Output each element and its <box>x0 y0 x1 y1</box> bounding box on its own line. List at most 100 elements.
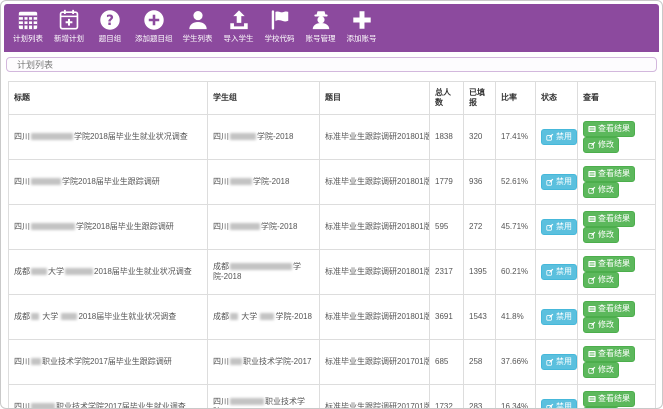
toolbar-item-plus[interactable]: 添加账号 <box>345 9 379 44</box>
redacted-text <box>31 268 47 275</box>
view-results-button[interactable]: 查看结果 <box>583 211 635 227</box>
list-icon <box>588 395 596 403</box>
cell-topic: 标准毕业生跟踪调研201801版 <box>320 205 430 250</box>
toolbar-item-label: 账号管理 <box>306 33 336 44</box>
cell-title: 四川职业技术学院2017届毕业生跟踪调研 <box>9 340 208 385</box>
modify-button[interactable]: 修改 <box>583 227 619 243</box>
toolbar-item-plus-circle[interactable]: 添加题目组 <box>134 9 174 44</box>
redacted-text <box>31 358 41 365</box>
cell-student-group: 四川学院-2018 <box>208 115 320 160</box>
edit-icon <box>546 178 554 186</box>
toolbar-item-label: 导入学生 <box>224 33 254 44</box>
cell-rate: 16.34% <box>496 385 536 409</box>
column-header: 状态 <box>536 82 578 115</box>
cell-student-group: 成都学院-2018 <box>208 250 320 295</box>
view-results-button[interactable]: 查看结果 <box>583 346 635 362</box>
disable-button[interactable]: 禁用 <box>541 309 577 325</box>
view-results-button[interactable]: 查看结果 <box>583 391 635 407</box>
breadcrumb: 计划列表 <box>6 57 657 72</box>
cell-student-group: 四川学院-2018 <box>208 205 320 250</box>
cell-student-group: 成都 大学 学院-2018 <box>208 295 320 340</box>
list-icon <box>588 215 596 223</box>
view-results-button[interactable]: 查看结果 <box>583 301 635 317</box>
edit-icon <box>588 186 596 194</box>
table-row: 四川学院2018届毕业生跟踪调研 四川学院-2018 标准毕业生跟踪调研2018… <box>9 160 656 205</box>
edit-icon <box>588 366 596 374</box>
cell-rate: 17.41% <box>496 115 536 160</box>
user-icon <box>187 9 209 31</box>
modify-button[interactable]: 修改 <box>583 137 619 153</box>
disable-button[interactable]: 禁用 <box>541 219 577 235</box>
toolbar-item-label: 添加题目组 <box>135 33 173 44</box>
redacted-text <box>61 313 77 320</box>
modify-button[interactable]: 修改 <box>583 182 619 198</box>
toolbar-item-label: 计划列表 <box>13 33 43 44</box>
cell-actions: 查看结果 修改 <box>578 160 656 205</box>
cell-actions: 查看结果 修改 <box>578 250 656 295</box>
cell-status: 禁用 <box>536 295 578 340</box>
modify-button[interactable]: 修改 <box>583 317 619 333</box>
redacted-text <box>31 403 55 409</box>
column-header: 已填报 <box>464 82 496 115</box>
disable-button[interactable]: 禁用 <box>541 354 577 370</box>
cell-topic: 标准毕业生跟踪调研201801版 <box>320 160 430 205</box>
list-icon <box>588 260 596 268</box>
column-header: 学生组 <box>208 82 320 115</box>
toolbar-item-user-secret[interactable]: 账号管理 <box>304 9 338 44</box>
toolbar-item-label: 新增计划 <box>54 33 84 44</box>
cell-student-group: 四川学院-2018 <box>208 160 320 205</box>
cell-title: 成都 大学 2018届毕业生就业状况调查 <box>9 295 208 340</box>
toolbar-item-calendar-plus[interactable]: 新增计划 <box>52 9 86 44</box>
toolbar-item-calendar[interactable]: 计划列表 <box>11 9 45 44</box>
column-header: 总人数 <box>430 82 464 115</box>
disable-button[interactable]: 禁用 <box>541 399 577 409</box>
redacted-text <box>230 133 256 140</box>
cell-total: 3691 <box>430 295 464 340</box>
view-results-button[interactable]: 查看结果 <box>583 121 635 137</box>
svg-text:?: ? <box>106 13 114 29</box>
redacted-text <box>260 313 274 320</box>
cell-status: 禁用 <box>536 115 578 160</box>
cell-actions: 查看结果 修改 <box>578 205 656 250</box>
table-row: 成都 大学 2018届毕业生就业状况调查 成都 大学 学院-2018 标准毕业生… <box>9 295 656 340</box>
redacted-text <box>230 313 238 320</box>
disable-button[interactable]: 禁用 <box>541 129 577 145</box>
disable-button[interactable]: 禁用 <box>541 264 577 280</box>
cell-rate: 60.21% <box>496 250 536 295</box>
view-results-button[interactable]: 查看结果 <box>583 166 635 182</box>
cell-rate: 52.61% <box>496 160 536 205</box>
cell-rate: 41.8% <box>496 295 536 340</box>
cell-student-group: 四川职业技术学院-2017 <box>208 385 320 409</box>
view-results-button[interactable]: 查看结果 <box>583 256 635 272</box>
cell-rate: 37.66% <box>496 340 536 385</box>
list-icon <box>588 170 596 178</box>
edit-icon <box>546 358 554 366</box>
modify-button[interactable]: 修改 <box>583 362 619 378</box>
cell-actions: 查看结果 修改 <box>578 295 656 340</box>
toolbar-item-flag[interactable]: 学校代码 <box>263 9 297 44</box>
redacted-text <box>31 133 73 140</box>
calendar-plus-icon <box>58 9 80 31</box>
cell-title: 四川学院2018届毕业生就业状况调查 <box>9 115 208 160</box>
redacted-text <box>31 223 75 230</box>
cell-total: 1779 <box>430 160 464 205</box>
redacted-text <box>230 178 252 185</box>
cell-topic: 标准毕业生跟踪调研201701版 <box>320 385 430 409</box>
cell-title: 四川学院2018届毕业生跟踪调研 <box>9 160 208 205</box>
cell-status: 禁用 <box>536 160 578 205</box>
cell-filled: 320 <box>464 115 496 160</box>
cell-filled: 272 <box>464 205 496 250</box>
toolbar-item-label: 添加账号 <box>347 33 377 44</box>
cell-actions: 查看结果 修改 <box>578 115 656 160</box>
cell-title: 四川职业技术学院2017届毕业生就业调查 <box>9 385 208 409</box>
redacted-text <box>65 268 93 275</box>
cell-filled: 1543 <box>464 295 496 340</box>
toolbar-item-question-circle[interactable]: ? 题目组 <box>93 9 127 44</box>
toolbar-item-upload[interactable]: 导入学生 <box>222 9 256 44</box>
toolbar-item-user[interactable]: 学生列表 <box>181 9 215 44</box>
list-icon <box>588 350 596 358</box>
disable-button[interactable]: 禁用 <box>541 174 577 190</box>
cell-title: 成都大学2018届毕业生就业状况调查 <box>9 250 208 295</box>
modify-button[interactable]: 修改 <box>583 272 619 288</box>
plus-icon <box>351 9 373 31</box>
